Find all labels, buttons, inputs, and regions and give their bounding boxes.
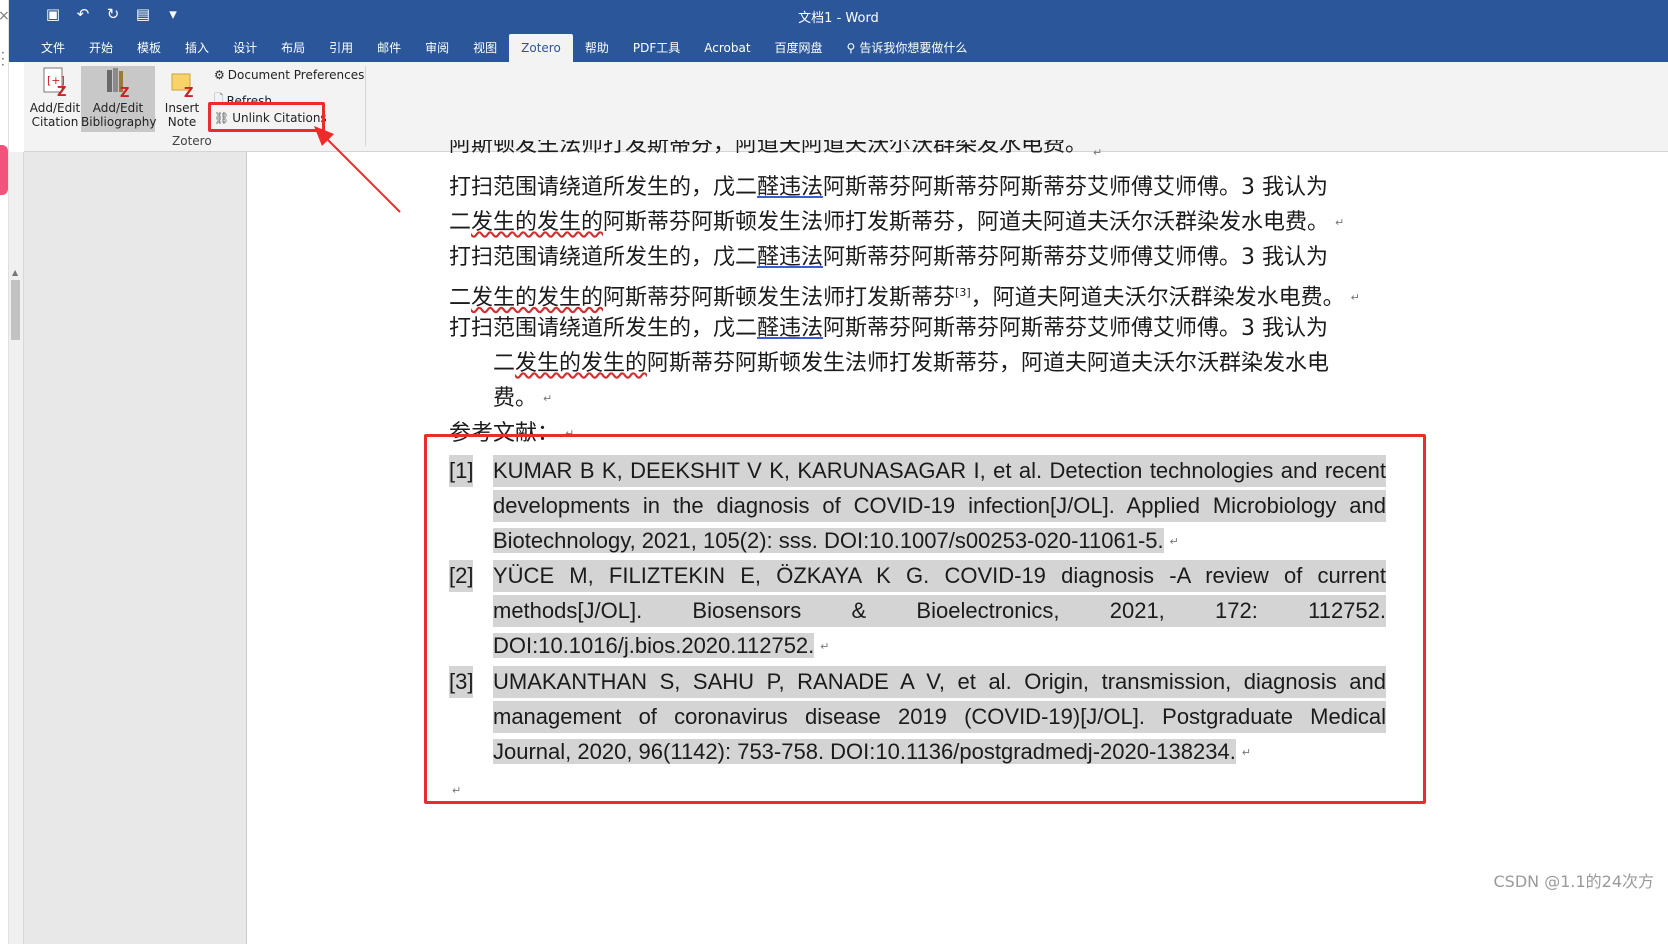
tab-help[interactable]: 帮助 (573, 34, 621, 62)
ribbon-group-label: Zotero (172, 134, 212, 148)
tab-home[interactable]: 开始 (77, 34, 125, 62)
scroll-thumb[interactable] (11, 280, 20, 340)
add-edit-citation-button[interactable]: [+] Z Add/Edit Citation (28, 66, 82, 129)
scroll-up-icon[interactable]: ▲ (12, 268, 18, 277)
gear-icon: ⚙ (214, 68, 225, 82)
tell-me-label: 告诉我你想要做什么 (859, 41, 968, 55)
tab-mailings[interactable]: 邮件 (365, 34, 413, 62)
references-highlight-box (424, 434, 1426, 804)
tab-zotero[interactable]: Zotero (509, 34, 573, 62)
tell-me-search[interactable]: ⚲ 告诉我你想要做什么 (835, 34, 980, 62)
tab-view[interactable]: 视图 (461, 34, 509, 62)
tab-file[interactable]: 文件 (29, 34, 77, 62)
tab-pdf-tools[interactable]: PDF工具 (621, 34, 692, 62)
svg-text:Z: Z (57, 85, 66, 98)
body-line-5: 打扫范围请绕道所发生的，戊二醛违法阿斯蒂芬阿斯蒂芬阿斯蒂芬艾师傅艾师傅。3 我认… (449, 316, 1329, 341)
left-window-strip: × · · · (0, 0, 10, 944)
document-preferences-button[interactable]: ⚙ Document Preferences (214, 68, 364, 82)
unlink-citations-highlight-box (208, 102, 325, 132)
page-gutter (24, 152, 246, 944)
body-line-6: 二发生的发生的阿斯蒂芬阿斯顿发生法师打发斯蒂芬，阿道夫阿道夫沃尔沃群染发水电 (493, 351, 1330, 376)
svg-text:Z: Z (120, 86, 129, 98)
ribbon-separator (365, 66, 366, 146)
ribbon-tabs: 文件 开始 模板 插入 设计 布局 引用 邮件 审阅 视图 Zotero 帮助 … (9, 30, 1668, 62)
tab-references[interactable]: 引用 (317, 34, 365, 62)
more-icon[interactable]: · · · (1, 47, 5, 71)
body-line-3: 打扫范围请绕道所发生的，戊二醛违法阿斯蒂芬阿斯蒂芬阿斯蒂芬艾师傅艾师傅。3 我认… (449, 245, 1329, 270)
tab-design[interactable]: 设计 (221, 34, 269, 62)
note-icon: Z (168, 66, 196, 101)
insert-note-button[interactable]: Z Insert Note (161, 66, 203, 129)
citation-icon: [+] Z (41, 66, 69, 100)
title-bar: ▣ ↶ ↻ ▤ ▾ 文档1 - Word (9, 0, 1668, 30)
bibliography-icon: Z (104, 66, 132, 101)
add-edit-bibliography-button[interactable]: Z Add/Edit Bibliography (81, 66, 156, 132)
side-tab-pink[interactable] (0, 145, 8, 195)
body-line-7: 费。 ↵ (493, 386, 553, 411)
tab-acrobat[interactable]: Acrobat (692, 34, 762, 62)
left-scrollbar[interactable]: ▲ (9, 152, 24, 944)
citation-superscript[interactable]: [3] (955, 286, 971, 299)
watermark-text: CSDN @1.1的24次方 (1493, 872, 1654, 891)
body-line-1: 打扫范围请绕道所发生的，戊二醛违法阿斯蒂芬阿斯蒂芬阿斯蒂芬艾师傅艾师傅。3 我认… (449, 175, 1329, 200)
tab-template[interactable]: 模板 (125, 34, 173, 62)
tab-layout[interactable]: 布局 (269, 34, 317, 62)
partial-text-line: 阿斯顿发生法师打发斯蒂芬，阿道夫阿道夫沃尔沃群染发水电费。 ↵ (449, 140, 1103, 159)
svg-text:Z: Z (184, 86, 193, 98)
body-line-4: 二发生的发生的阿斯蒂芬阿斯顿发生法师打发斯蒂芬[3]，阿道夫阿道夫沃尔沃群染发水… (449, 285, 1360, 311)
tab-baidu-pan[interactable]: 百度网盘 (763, 34, 835, 62)
tab-review[interactable]: 审阅 (413, 34, 461, 62)
window-title: 文档1 - Word (798, 11, 879, 26)
body-line-2: 二发生的发生的阿斯蒂芬阿斯顿发生法师打发斯蒂芬，阿道夫阿道夫沃尔沃群染发水电费。… (449, 210, 1345, 235)
tab-insert[interactable]: 插入 (173, 34, 221, 62)
lightbulb-icon: ⚲ (846, 41, 856, 55)
